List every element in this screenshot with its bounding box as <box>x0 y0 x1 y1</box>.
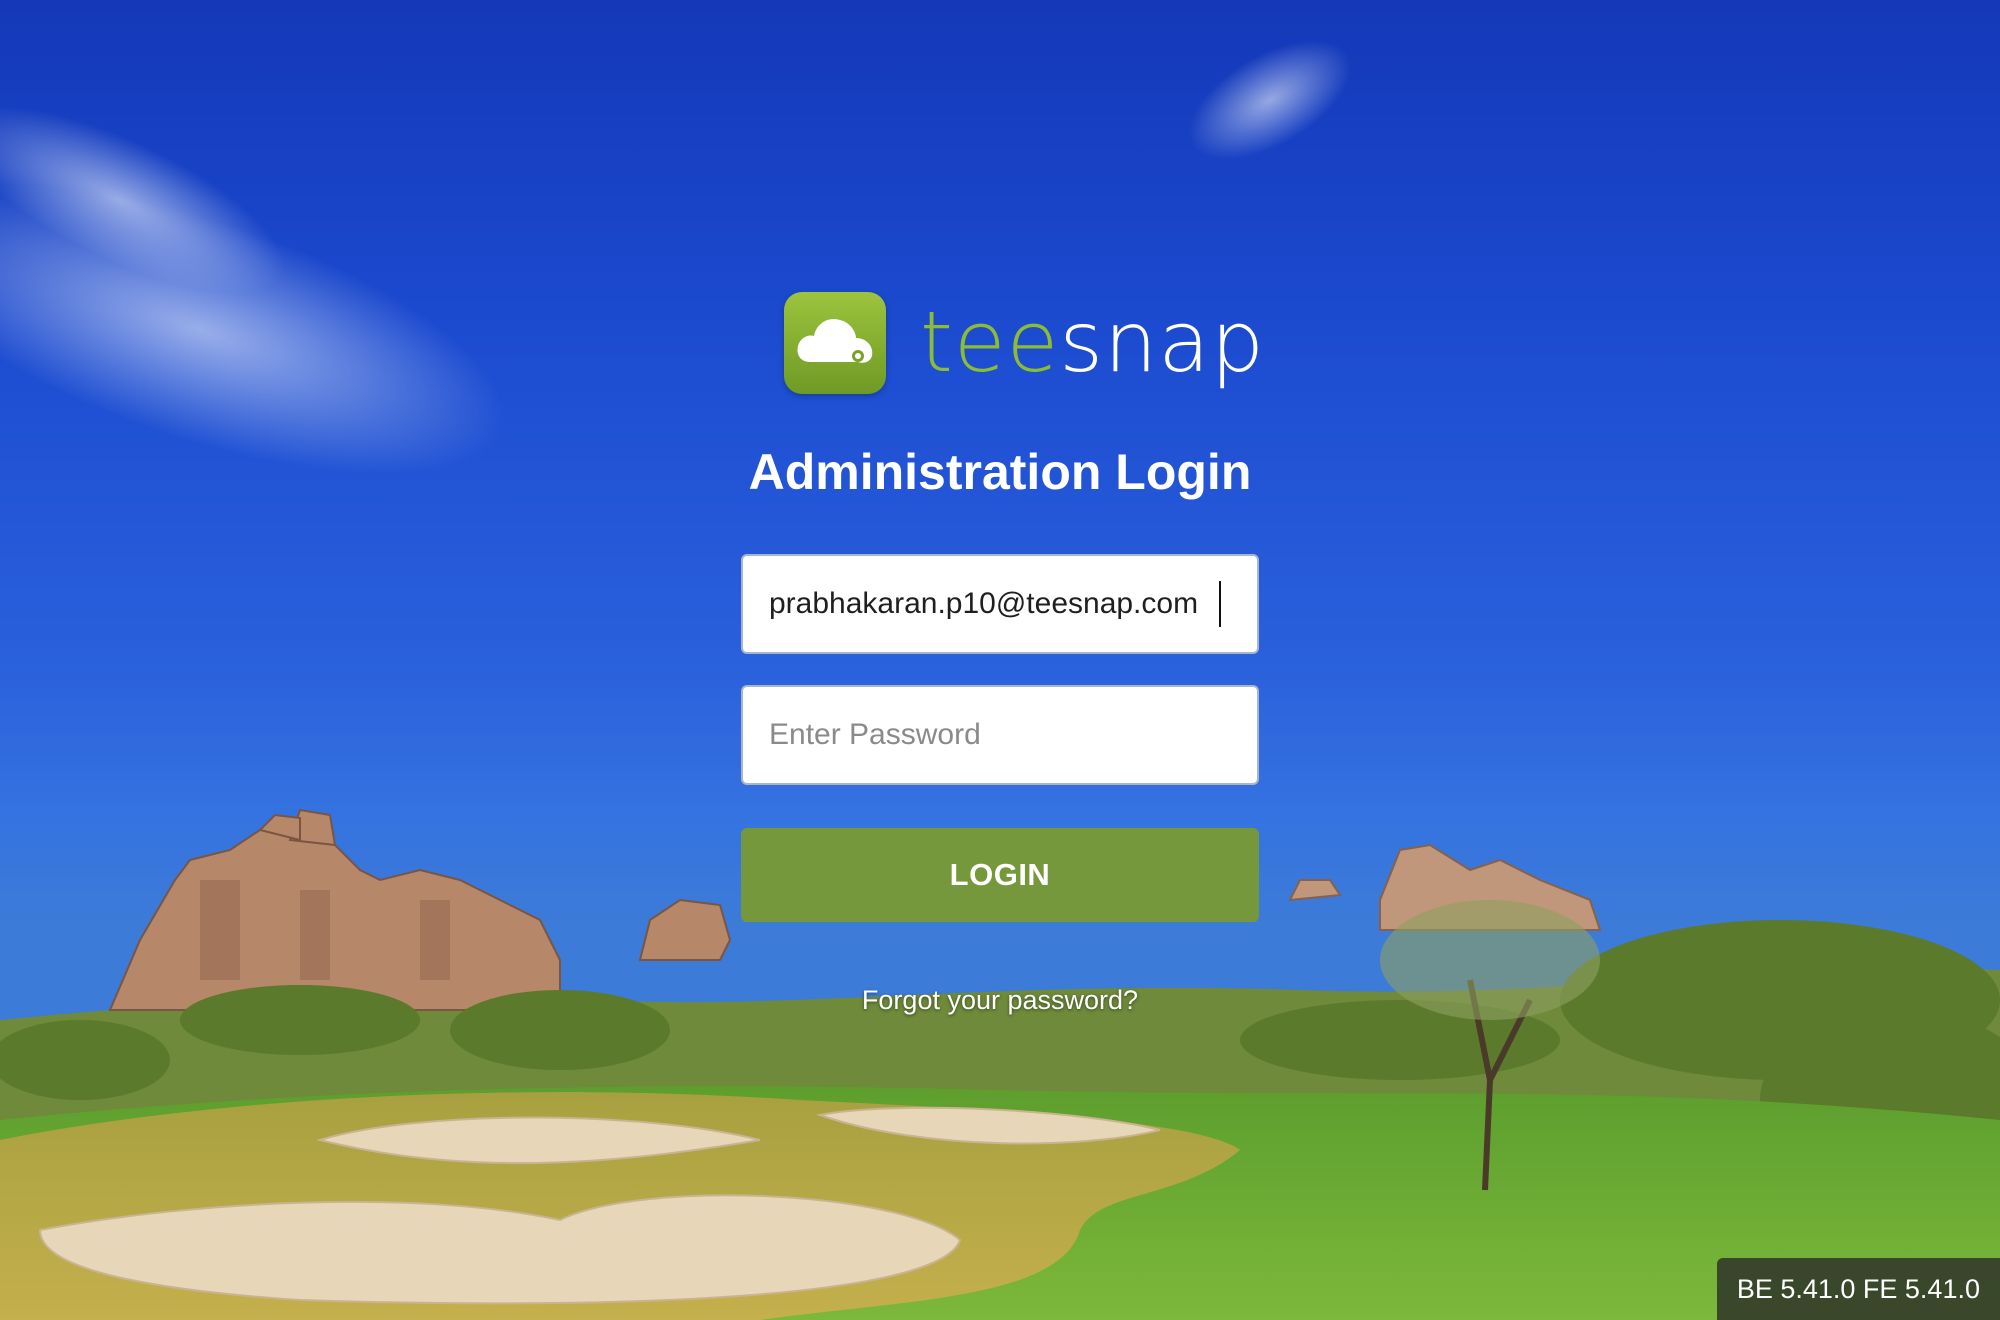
email-field[interactable] <box>741 554 1259 654</box>
version-badge: BE 5.41.0 FE 5.41.0 <box>1716 1258 2000 1320</box>
login-button[interactable]: LOGIN <box>741 828 1259 922</box>
cloud-icon <box>784 292 886 394</box>
background-scenery <box>0 40 2000 1320</box>
forgot-password-link[interactable]: Forgot your password? <box>741 985 1259 1016</box>
password-field[interactable] <box>741 685 1259 785</box>
wordmark: teesnap <box>920 292 1265 392</box>
text-caret <box>1219 581 1221 627</box>
teesnap-logo: teesnap <box>784 290 1264 394</box>
page-title: Administration Login <box>748 444 1252 500</box>
wordmark-snap: snap <box>1059 293 1266 391</box>
login-page: teesnap Administration Login LOGIN Forgo… <box>0 0 2000 1320</box>
wordmark-tee: tee <box>920 293 1060 391</box>
